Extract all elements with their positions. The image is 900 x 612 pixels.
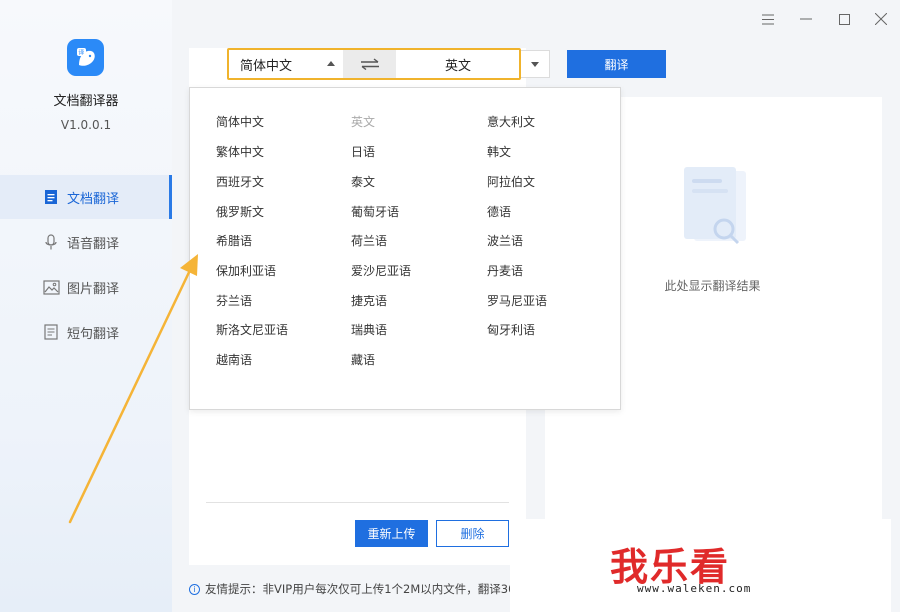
- language-option[interactable]: 西班牙文: [216, 173, 264, 190]
- close-icon[interactable]: [871, 9, 891, 29]
- language-option[interactable]: 越南语: [216, 351, 252, 368]
- app-version: V1.0.0.1: [60, 118, 112, 132]
- language-option[interactable]: 阿拉伯文: [487, 173, 535, 190]
- language-option[interactable]: 意大利文: [487, 113, 535, 130]
- sidebar-item-document-translate[interactable]: 文档翻译: [0, 175, 172, 219]
- language-option[interactable]: 爱沙尼亚语: [351, 262, 411, 279]
- info-icon: i: [189, 583, 200, 595]
- upload-tip: i 友情提示：非VIP用户每次仅可上传1个2M以内文件，翻译3000: [189, 581, 530, 597]
- language-option[interactable]: 简体中文: [216, 113, 264, 130]
- sidebar: 译 文档翻译器 V1.0.0.1 文档翻译 语音翻译 图片翻译 短句翻译: [0, 0, 172, 612]
- language-option-disabled: 英文: [351, 115, 376, 129]
- language-option[interactable]: 捷克语: [351, 292, 387, 309]
- language-option[interactable]: 俄罗斯文: [216, 203, 264, 220]
- tip-text: 友情提示：非VIP用户每次仅可上传1个2M以内文件，翻译3000: [205, 582, 531, 596]
- bird-logo-icon: 译: [76, 47, 95, 66]
- language-option[interactable]: 繁体中文: [216, 143, 264, 160]
- language-option[interactable]: 日语: [351, 143, 375, 160]
- language-option[interactable]: 韩文: [487, 143, 511, 160]
- image-icon: [42, 278, 60, 296]
- text-icon: [42, 323, 60, 341]
- language-option[interactable]: 泰文: [351, 173, 375, 190]
- language-option[interactable]: 保加利亚语: [216, 262, 276, 279]
- reupload-button[interactable]: 重新上传: [355, 520, 428, 547]
- menu-icon[interactable]: [758, 9, 778, 29]
- divider: [206, 502, 509, 503]
- language-option[interactable]: 德语: [487, 203, 511, 220]
- language-option[interactable]: 芬兰语: [216, 292, 252, 309]
- translate-button[interactable]: 翻译: [567, 50, 666, 78]
- sidebar-item-label: 短句翻译: [67, 326, 120, 342]
- language-option[interactable]: 希腊语: [216, 232, 252, 249]
- caret-down-icon: [531, 61, 539, 67]
- sidebar-item-voice-translate[interactable]: 语音翻译: [0, 220, 172, 264]
- sidebar-item-sentence-translate[interactable]: 短句翻译: [0, 310, 172, 354]
- result-placeholder: 此处显示翻译结果: [664, 279, 761, 293]
- sidebar-item-label: 语音翻译: [67, 236, 120, 252]
- source-language-select[interactable]: 简体中文: [229, 50, 343, 78]
- sidebar-item-label: 文档翻译: [67, 191, 120, 207]
- target-language-select[interactable]: 英文: [396, 50, 520, 78]
- target-language-dropdown-button[interactable]: [520, 50, 550, 78]
- language-option[interactable]: 藏语: [351, 351, 375, 368]
- language-option[interactable]: 瑞典语: [351, 321, 387, 338]
- minimize-icon[interactable]: [796, 9, 816, 29]
- delete-button[interactable]: 删除: [436, 520, 509, 547]
- language-option[interactable]: 丹麦语: [487, 262, 523, 279]
- language-option[interactable]: 葡萄牙语: [351, 203, 399, 220]
- language-option[interactable]: 斯洛文尼亚语: [216, 321, 288, 338]
- source-language-value: 简体中文: [240, 58, 293, 74]
- language-option[interactable]: 罗马尼亚语: [487, 292, 547, 309]
- microphone-icon: [42, 233, 60, 251]
- caret-up-icon: [327, 61, 335, 66]
- document-search-icon: [680, 165, 752, 253]
- watermark-url: www.waleken.com: [637, 582, 752, 595]
- target-language-value: 英文: [444, 58, 471, 74]
- language-option[interactable]: 荷兰语: [351, 232, 387, 249]
- app-name: 文档翻译器: [53, 94, 119, 109]
- language-dropdown: 简体中文 繁体中文 西班牙文 俄罗斯文 希腊语 保加利亚语 芬兰语 斯洛文尼亚语…: [189, 87, 621, 410]
- document-icon: [42, 188, 60, 206]
- language-option[interactable]: 匈牙利语: [487, 321, 535, 338]
- language-option[interactable]: 波兰语: [487, 232, 523, 249]
- sidebar-item-label: 图片翻译: [67, 281, 120, 297]
- sidebar-item-image-translate[interactable]: 图片翻译: [0, 265, 172, 309]
- svg-text:译: 译: [78, 48, 84, 56]
- app-logo: 译: [67, 39, 104, 76]
- maximize-icon[interactable]: [834, 9, 854, 29]
- swap-languages-button[interactable]: [343, 50, 396, 78]
- swap-icon: [360, 58, 379, 70]
